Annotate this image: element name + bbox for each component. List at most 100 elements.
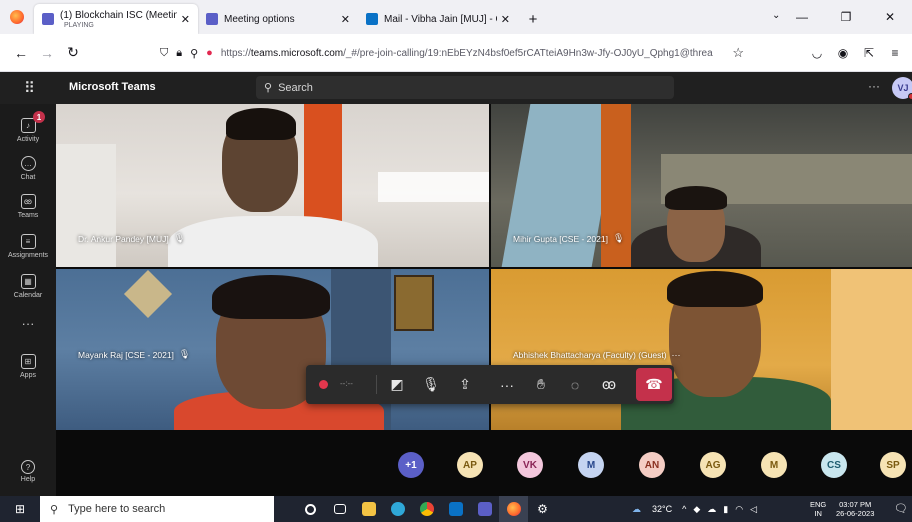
avatar[interactable]: M <box>578 452 604 478</box>
back-icon[interactable]: ← <box>8 45 34 61</box>
onedrive-icon[interactable]: ☁ <box>707 504 716 515</box>
firefox-icon[interactable] <box>499 496 528 522</box>
windows-start-icon[interactable]: ⊞ <box>0 502 40 516</box>
forward-icon[interactable]: → <box>34 45 60 61</box>
edge-icon[interactable] <box>383 496 412 522</box>
pocket-icon[interactable]: ◡ <box>804 46 830 60</box>
search-placeholder: Search <box>278 81 313 94</box>
avatar[interactable]: CS <box>821 452 847 478</box>
close-window-icon[interactable]: ✕ <box>868 10 912 24</box>
more-actions-button[interactable]: ··· <box>490 365 524 404</box>
shield-icon[interactable]: ⛉ <box>160 47 168 60</box>
new-tab-button[interactable]: + <box>518 4 548 34</box>
wall-light <box>831 269 912 430</box>
participant-name: Mihir Gupta [CSE - 2021] 🎙︎ <box>513 233 625 244</box>
close-icon[interactable]: ✕ <box>181 13 190 26</box>
sidebar-item-apps[interactable]: ⊞ Apps <box>0 344 56 388</box>
recording-indicator[interactable] <box>306 365 340 404</box>
outlook-icon <box>366 13 378 25</box>
teams-group-icon: ꙭ <box>20 193 36 209</box>
person-hair <box>226 108 296 140</box>
tab-title: Meeting options <box>224 13 295 25</box>
left-rail: ♪ 1 Activity … Chat ꙭ Teams ≡ Assignment… <box>0 104 56 496</box>
chevron-up-icon[interactable]: ^ <box>682 504 686 514</box>
avatar[interactable]: AN <box>639 452 665 478</box>
close-icon[interactable]: ✕ <box>501 13 510 26</box>
more-icon: ··· <box>500 376 514 393</box>
video-tile[interactable]: Mihir Gupta [CSE - 2021] 🎙︎ <box>491 104 912 267</box>
clock[interactable]: 03:07 PM 26-06-2023 <box>836 500 874 518</box>
menu-icon[interactable]: ≡ <box>882 46 908 60</box>
sidebar-item-calendar[interactable]: ▦ Calendar <box>0 264 56 308</box>
avatar[interactable]: M <box>761 452 787 478</box>
search-input[interactable]: ⚲ Search <box>256 76 674 99</box>
microphone-icon[interactable]: ● <box>206 47 213 59</box>
browser-tab-bar: (1) Blockchain ISC (Meeting) | M PLAYING… <box>0 0 912 34</box>
mute-button[interactable]: 🎙︎ <box>414 365 448 404</box>
wall-decor <box>123 269 173 319</box>
sidebar-item-teams[interactable]: ꙭ Teams <box>0 184 56 228</box>
share-button[interactable]: ⇪ <box>448 365 482 404</box>
tab-blockchain-meeting[interactable]: (1) Blockchain ISC (Meeting) | M PLAYING… <box>34 4 198 34</box>
lock-icon[interactable]: 🔒︎ <box>176 47 182 60</box>
outlook-icon[interactable] <box>441 496 470 522</box>
tab-mail[interactable]: Mail - Vibha Jain [MUJ] - Outlo ✕ <box>358 4 518 34</box>
bookmark-star-icon[interactable]: ☆ <box>732 45 744 61</box>
more-options-icon[interactable]: ··· <box>868 79 880 93</box>
avatar[interactable]: VK <box>517 452 543 478</box>
close-icon[interactable]: ✕ <box>341 13 350 26</box>
extensions-icon[interactable]: ⇱ <box>856 46 882 60</box>
tab-title: Mail - Vibha Jain [MUJ] - Outlo <box>384 13 497 25</box>
task-view-icon[interactable] <box>325 496 354 522</box>
volume-icon[interactable]: ◁ <box>750 504 757 515</box>
windows-taskbar: ⊞ ⚲ Type here to search ⚙ ☁ 32°C ^ ◆ ☁ ▮… <box>0 496 912 522</box>
mic-off-icon: 🎙︎ <box>178 349 191 359</box>
sidebar-item-assignments[interactable]: ≡ Assignments <box>0 224 56 268</box>
window-controls: — ❐ ✕ <box>780 0 912 34</box>
more-attendees-badge[interactable]: +1 <box>398 452 424 478</box>
restore-icon[interactable]: ❐ <box>824 10 868 24</box>
screen: (1) Blockchain ISC (Meeting) | M PLAYING… <box>0 0 912 522</box>
attendee-strip: +1 AP VK M AN AG M CS SP <box>56 430 912 496</box>
firefox-icon[interactable] <box>0 0 34 34</box>
avatar[interactable]: AG <box>700 452 726 478</box>
more-apps-icon[interactable]: ··· <box>0 316 56 331</box>
leave-button[interactable]: ☎ <box>636 368 672 401</box>
search-icon: ⚲ <box>50 503 59 516</box>
more-options-icon[interactable]: ··· <box>672 350 681 360</box>
avatar[interactable]: VJ <box>892 77 912 100</box>
help-button[interactable]: ? Help <box>0 460 56 483</box>
account-icon[interactable]: ◉ <box>830 46 856 60</box>
video-tile[interactable]: Dr. Ankur Pandey [MUJ] 🎙︎ <box>56 104 489 267</box>
notification-icon[interactable]: 🗨︎ <box>894 502 908 515</box>
app-launcher-icon[interactable]: ⠿ <box>0 72 58 104</box>
cortana-icon[interactable] <box>296 496 325 522</box>
tab-meeting-options[interactable]: Meeting options ✕ <box>198 4 358 34</box>
people-icon: ꙭ <box>601 376 617 392</box>
video-tile[interactable]: Abhishek Bhattacharya (Faculty) (Guest) … <box>491 269 912 430</box>
taskbar-search-input[interactable]: ⚲ Type here to search <box>40 496 274 522</box>
permissions-icon[interactable]: ⚲ <box>190 47 198 60</box>
reload-icon[interactable]: ↻ <box>60 44 86 61</box>
raise-hand-button[interactable]: ✋︎ <box>524 365 558 404</box>
video-tile[interactable]: Mayank Raj [CSE - 2021] 🎙︎ <box>56 269 489 430</box>
language-indicator[interactable]: ENG IN <box>810 500 826 518</box>
participants-button[interactable]: ꙭ <box>592 365 626 404</box>
weather-icon[interactable]: ☁ <box>632 504 641 515</box>
file-explorer-icon[interactable] <box>354 496 383 522</box>
wifi-icon[interactable]: ◠ <box>735 504 743 515</box>
tray-app-icon[interactable]: ◆ <box>693 504 700 515</box>
chrome-icon[interactable] <box>412 496 441 522</box>
minimize-icon[interactable]: — <box>780 10 824 24</box>
avatar[interactable]: SP <box>880 452 906 478</box>
participant-name: Abhishek Bhattacharya (Faculty) (Guest) … <box>513 350 681 360</box>
teams-icon[interactable] <box>470 496 499 522</box>
avatar[interactable]: AP <box>457 452 483 478</box>
url-bar[interactable]: ⛉ 🔒︎ ⚲ ● https://teams.microsoft.com/_#/… <box>160 41 744 65</box>
settings-icon[interactable]: ⚙ <box>528 496 557 522</box>
url-text[interactable]: https://teams.microsoft.com/_#/pre-join-… <box>221 48 729 59</box>
camera-off-button[interactable]: ◩ <box>380 365 414 404</box>
temperature[interactable]: 32°C <box>652 504 672 514</box>
battery-icon[interactable]: ▮ <box>723 504 728 515</box>
chat-button[interactable]: ◌ <box>558 365 592 404</box>
